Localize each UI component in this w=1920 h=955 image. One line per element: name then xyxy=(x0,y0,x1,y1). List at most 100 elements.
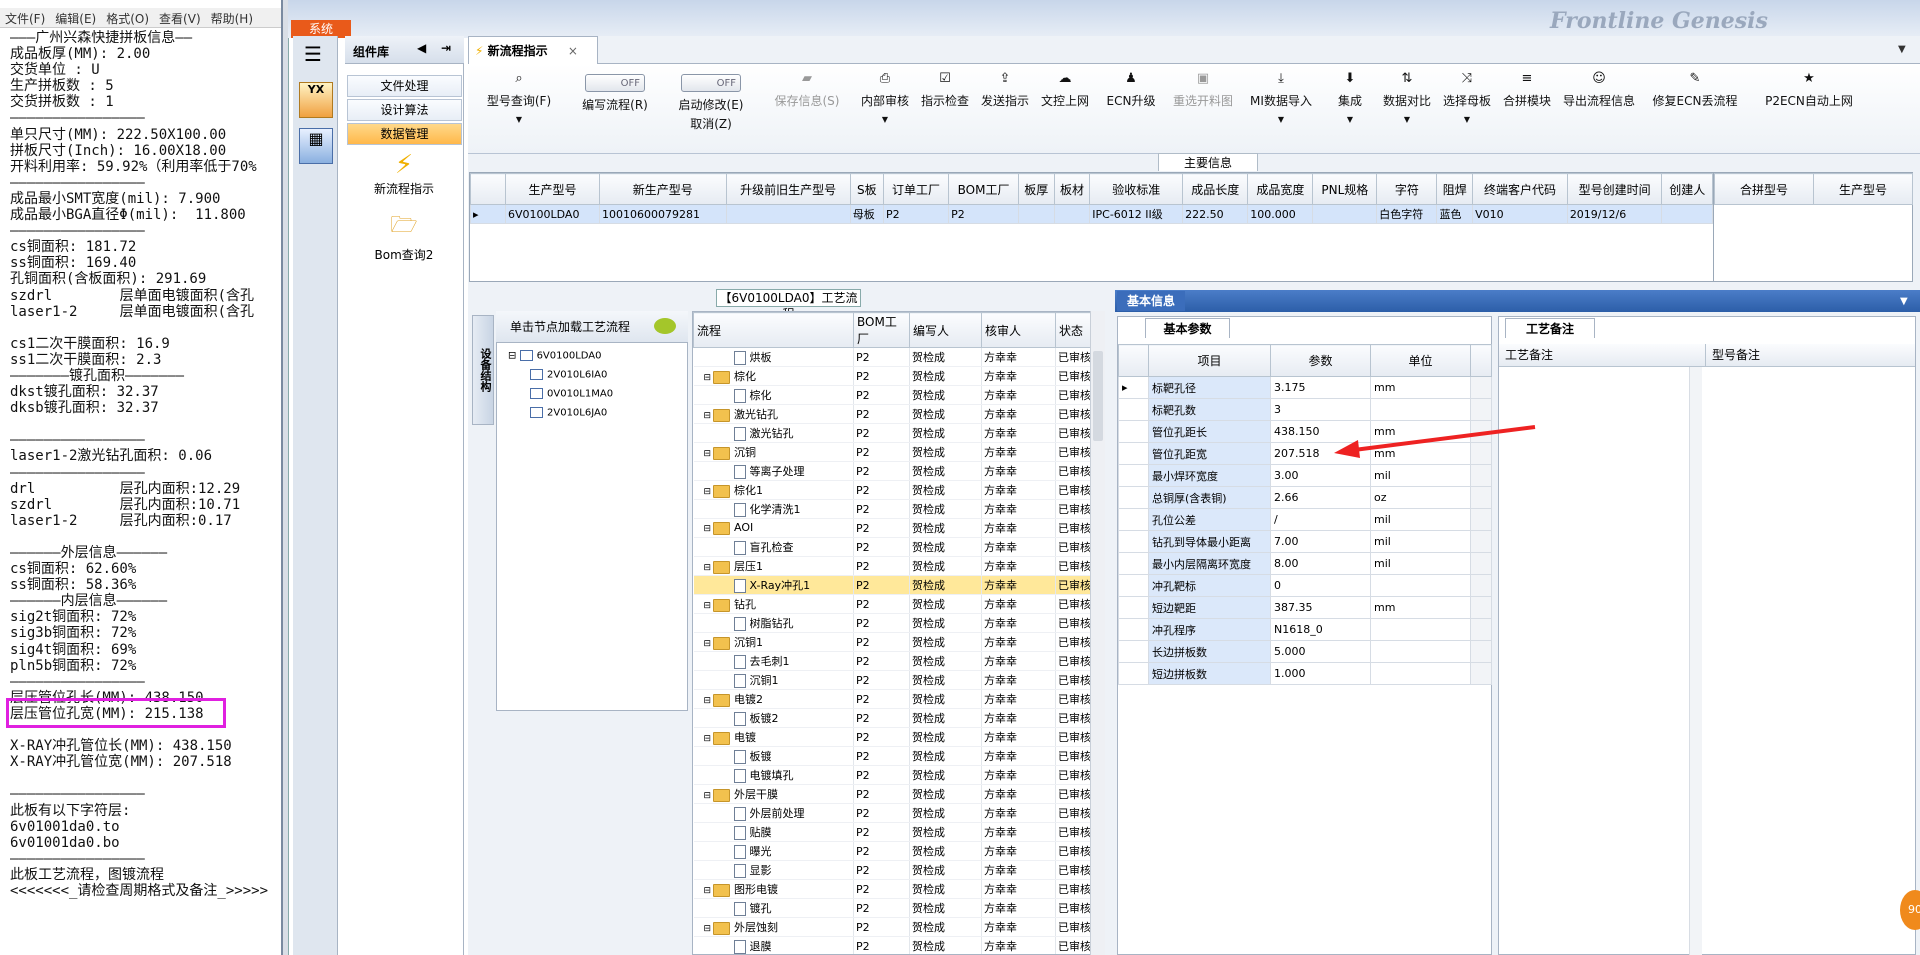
dropdown-icon[interactable]: ▼ xyxy=(858,115,912,124)
dropdown-icon[interactable]: ▼ xyxy=(1242,115,1320,124)
note-scrollbar[interactable] xyxy=(1689,367,1702,955)
process-row[interactable]: ⊟ 棕化 P2 贺检成 方幸幸 已审核 xyxy=(693,366,1092,386)
process-row[interactable]: 显影 P2 贺检成 方幸幸 已审核 xyxy=(693,860,1092,880)
process-row[interactable]: 板镀 P2 贺检成 方幸幸 已审核 xyxy=(693,746,1092,766)
process-row[interactable]: ⊟ 层压1 P2 贺检成 方幸幸 已审核 xyxy=(693,556,1092,576)
param-row[interactable]: 冲孔程序 N1618_0 xyxy=(1118,618,1492,641)
library-item-data[interactable]: 数据管理 xyxy=(347,123,462,145)
expand-icon[interactable]: ⊟ xyxy=(704,487,712,497)
close-icon[interactable]: × xyxy=(568,44,578,58)
checkbox[interactable] xyxy=(530,388,543,399)
param-row[interactable]: 最小内层隔离环宽度 8.00 mil xyxy=(1118,552,1492,575)
column-header[interactable]: 成品宽度 xyxy=(1247,173,1314,205)
dropdown-icon[interactable]: ▼ xyxy=(1380,115,1434,124)
column-header[interactable]: 核审人 xyxy=(981,312,1056,348)
process-row[interactable]: 盲孔检查 P2 贺检成 方幸幸 已审核 xyxy=(693,537,1092,557)
toolbar-button-0[interactable]: ⌕ 型号查询(F) ▼ xyxy=(474,70,564,150)
library-item-algorithm[interactable]: 设计算法 xyxy=(347,99,462,121)
param-cell[interactable]: 5.000 xyxy=(1270,640,1371,663)
tree-child[interactable]: 2V010L6IA0 xyxy=(530,369,607,381)
param-row[interactable]: 最小焊环宽度 3.00 mil xyxy=(1118,464,1492,487)
column-header[interactable]: 板厚 xyxy=(1017,173,1055,205)
column-header[interactable]: PNL规格 xyxy=(1312,173,1378,205)
param-cell[interactable]: 387.35 xyxy=(1270,596,1371,619)
column-header[interactable]: 参数 xyxy=(1270,344,1371,377)
column-header[interactable]: 编写人 xyxy=(909,312,982,348)
menu-item[interactable]: 帮助(H) xyxy=(206,8,258,29)
scroll-thumb[interactable] xyxy=(1093,351,1103,441)
process-row[interactable]: 外层前处理 P2 贺检成 方幸幸 已审核 xyxy=(693,803,1092,823)
process-row[interactable]: ⊟ 电镀2 P2 贺检成 方幸幸 已审核 xyxy=(693,689,1092,709)
process-row[interactable]: ⊟ 图形电镀 P2 贺检成 方幸幸 已审核 xyxy=(693,879,1092,899)
param-cell[interactable]: 7.00 xyxy=(1270,530,1371,553)
param-cell[interactable]: 8.00 xyxy=(1270,552,1371,575)
column-header[interactable]: BOM工厂 xyxy=(853,312,910,348)
tab-new-flow[interactable]: ⚡ 新流程指示 × xyxy=(468,36,598,64)
factory-icon[interactable]: YX xyxy=(299,82,333,118)
column-header[interactable]: 板材 xyxy=(1053,173,1091,205)
dropdown-icon[interactable]: ▼ xyxy=(1326,115,1374,124)
menu-item[interactable]: 查看(V) xyxy=(154,8,206,29)
column-header[interactable]: BOM工厂 xyxy=(948,173,1019,205)
process-row[interactable]: 退膜 P2 贺检成 方幸幸 已审核 xyxy=(693,936,1092,954)
toolbar-button-10[interactable]: ⤓ MI数据导入 ▼ xyxy=(1242,70,1320,150)
process-row[interactable]: ⊟ AOI P2 贺检成 方幸幸 已审核 xyxy=(693,518,1092,538)
chevron-down-icon[interactable]: ▼ xyxy=(1900,296,1908,307)
process-row[interactable]: X-Ray冲孔1 P2 贺检成 方幸幸 已审核 xyxy=(693,575,1092,595)
process-row[interactable]: 镀孔 P2 贺检成 方幸幸 已审核 xyxy=(693,898,1092,918)
param-row[interactable]: 标靶孔数 3 xyxy=(1118,398,1492,421)
column-header[interactable]: 新生产型号 xyxy=(598,173,727,205)
expand-icon[interactable]: ⊟ xyxy=(704,886,712,896)
toolbar-button-4[interactable]: ⎙ 内部审核 ▼ xyxy=(858,70,912,150)
toolbar-button-12[interactable]: ⇅ 数据对比 ▼ xyxy=(1380,70,1434,150)
menu-item[interactable]: 编辑(E) xyxy=(50,8,101,29)
param-cell[interactable]: 1.000 xyxy=(1270,662,1371,685)
process-row[interactable]: 板镀2 P2 贺检成 方幸幸 已审核 xyxy=(693,708,1092,728)
toolbar-button-5[interactable]: ☑ 指示检查 xyxy=(918,70,972,150)
tool-bom-query[interactable]: 🗁 Bom查询2 xyxy=(350,208,458,262)
toolbar-button-17[interactable]: ★ P2ECN自动上网 xyxy=(1752,70,1866,150)
toolbar-button-1[interactable]: OFF 编写流程(R) xyxy=(570,70,660,150)
process-row[interactable]: 曝光 P2 贺检成 方幸幸 已审核 xyxy=(693,841,1092,861)
param-cell[interactable]: / xyxy=(1270,508,1371,531)
param-row[interactable]: 短边拼板数 1.000 xyxy=(1118,662,1492,685)
process-row[interactable]: 沉铜1 P2 贺检成 方幸幸 已审核 xyxy=(693,670,1092,690)
column-header[interactable]: 生产型号 xyxy=(505,173,600,205)
toolbar-button-9[interactable]: ▣ 重选开料图 xyxy=(1170,70,1236,150)
process-row[interactable]: 烘板 P2 贺检成 方幸幸 已审核 xyxy=(693,347,1092,367)
side-tab-structure[interactable]: 设备结构 xyxy=(472,315,494,425)
column-header[interactable]: 状态 xyxy=(1055,312,1092,348)
process-row[interactable]: 电镀填孔 P2 贺检成 方幸幸 已审核 xyxy=(693,765,1092,785)
process-row[interactable]: 贴膜 P2 贺检成 方幸幸 已审核 xyxy=(693,822,1092,842)
toolbar-button-14[interactable]: ≡ 合拼模块 xyxy=(1500,70,1554,150)
tree-child[interactable]: 0V010L1MA0 xyxy=(530,388,613,400)
process-row[interactable]: ⊟ 外层蚀刻 P2 贺检成 方幸幸 已审核 xyxy=(693,917,1092,937)
menu-item[interactable]: 格式(O) xyxy=(101,8,154,29)
cancel-label[interactable]: 取消(Z) xyxy=(666,115,756,132)
tree-child[interactable]: 2V010L6JA0 xyxy=(530,407,607,419)
process-row[interactable]: 去毛刺1 P2 贺检成 方幸幸 已审核 xyxy=(693,651,1092,671)
process-row[interactable]: ⊟ 沉铜1 P2 贺检成 方幸幸 已审核 xyxy=(693,632,1092,652)
toolbar-button-6[interactable]: ⇪ 发送指示 xyxy=(978,70,1032,150)
process-row[interactable]: ⊟ 棕化1 P2 贺检成 方幸幸 已审核 xyxy=(693,480,1092,500)
column-header[interactable]: 验收标准 xyxy=(1089,173,1184,205)
process-row[interactable]: ⊟ 激光钻孔 P2 贺检成 方幸幸 已审核 xyxy=(693,404,1092,424)
column-header[interactable]: 生产型号 xyxy=(1813,173,1913,205)
param-cell[interactable]: 2.66 xyxy=(1270,486,1371,509)
toolbar-button-16[interactable]: ✎ 修复ECN丢流程 xyxy=(1644,70,1746,150)
param-row[interactable]: 短边靶距 387.35 mm xyxy=(1118,596,1492,619)
column-header[interactable]: 流程 xyxy=(693,312,854,348)
toggle-switch[interactable]: OFF xyxy=(681,74,741,92)
expand-icon[interactable]: ⊟ xyxy=(704,601,712,611)
toolbar-button-15[interactable]: ☺ 导出流程信息 xyxy=(1560,70,1638,150)
tab-basic-info[interactable]: 基本信息 xyxy=(1117,291,1185,311)
column-header[interactable]: 单位 xyxy=(1370,344,1471,377)
param-cell[interactable]: 3.00 xyxy=(1270,464,1371,487)
column-header[interactable]: S板 xyxy=(849,173,884,205)
process-row[interactable]: ⊟ 外层干膜 P2 贺检成 方幸幸 已审核 xyxy=(693,784,1092,804)
pin-icon[interactable]: ⇥ xyxy=(441,41,451,55)
column-header[interactable]: 字符 xyxy=(1376,173,1438,205)
checkbox[interactable] xyxy=(519,350,533,361)
chat-icon[interactable] xyxy=(654,318,676,334)
expand-icon[interactable]: ⊟ xyxy=(704,734,712,744)
